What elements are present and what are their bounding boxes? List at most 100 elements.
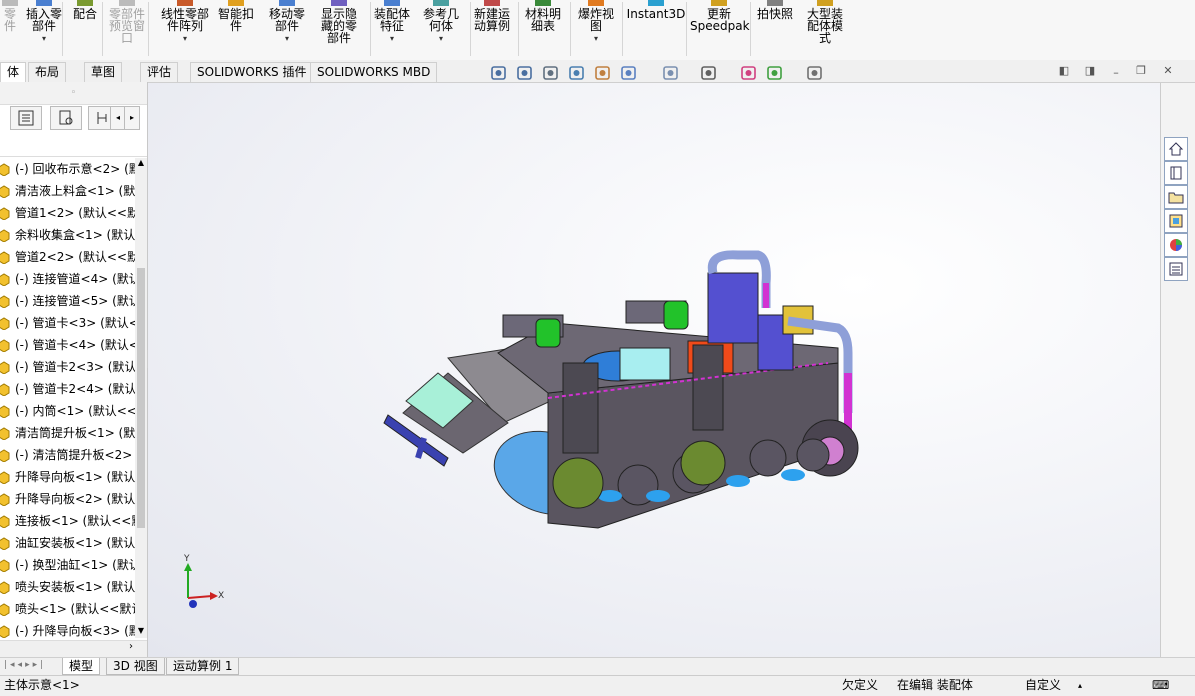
ribbon-button-0[interactable]: 零 件 (0, 0, 20, 60)
ribbon-button-1[interactable]: 插入零 部件 ▾ (22, 0, 66, 60)
feature-tree-tab[interactable] (10, 106, 42, 130)
tree-item[interactable]: (-) 管道卡<3> (默认< (0, 312, 135, 334)
bottom-tab-0[interactable]: 模型 (62, 658, 101, 675)
minimize-icon[interactable]: – (1110, 67, 1122, 79)
display-style-icon[interactable] (662, 65, 680, 81)
ribbon-button-11[interactable]: 材料明 细表 (522, 0, 564, 60)
scroll-thumb[interactable] (137, 268, 145, 528)
dropdown-arrow-icon[interactable]: ▾ (158, 33, 212, 45)
custom-properties-tab[interactable] (1164, 257, 1188, 281)
ribbon-button-3[interactable]: 零部件 预览窗 口 (104, 0, 150, 60)
configuration-manager-tab[interactable] (88, 106, 112, 130)
tab-4[interactable]: SOLIDWORKS 插件 (190, 62, 314, 82)
restore-icon[interactable]: ❐ (1135, 65, 1147, 77)
tile-right-icon[interactable]: ◨ (1084, 65, 1096, 77)
dynamic-annotation-icon[interactable] (594, 65, 612, 81)
ribbon-button-label: 爆炸视 图 (577, 7, 614, 33)
close-icon[interactable]: ✕ (1162, 65, 1174, 77)
tree-item[interactable]: 油缸安装板<1> (默认 (0, 532, 135, 554)
tab-scroll-right[interactable]: ▸ (124, 106, 140, 130)
tab-1[interactable]: 布局 (28, 62, 67, 82)
ribbon-button-4[interactable]: 线性零部 件阵列 ▾ (158, 0, 212, 60)
tree-item[interactable]: 清洁液上料盒<1> (默 (0, 180, 135, 202)
ribbon-button-label: 零 件 (3, 7, 16, 33)
ribbon-button-7[interactable]: 显示隐 藏的零 部件 (316, 0, 362, 60)
ribbon-button-15[interactable]: 拍快照 (756, 0, 794, 60)
view-settings-icon[interactable] (806, 65, 824, 81)
appearances-tab[interactable] (1164, 233, 1188, 257)
tree-item[interactable]: (-) 连接管道<4> (默认 (0, 268, 135, 290)
apply-scene-icon[interactable] (766, 65, 784, 81)
tree-item[interactable]: 清洁筒提升板<1> (默 (0, 422, 135, 444)
tree-item[interactable]: (-) 内筒<1> (默认<< (0, 400, 135, 422)
tree-item[interactable]: (-) 换型油缸<1> (默认 (0, 554, 135, 576)
ribbon-button-13[interactable]: Instant3D (626, 0, 686, 60)
coordinate-triad: Y X (183, 554, 224, 608)
tree-item[interactable]: (-) 升降导向板<3> (默 (0, 620, 135, 638)
zoom-to-fit-icon[interactable] (490, 65, 508, 81)
view-orientation-icon[interactable] (620, 65, 638, 81)
ribbon-button-5[interactable]: 智能扣 件 (216, 0, 256, 60)
units-dropdown-icon[interactable]: ▴ (1078, 676, 1082, 695)
tab-navigation-arrows[interactable]: |◂◂▸▸| (4, 660, 56, 672)
assembly-model-view[interactable]: Y X (148, 83, 1160, 657)
zoom-area-icon[interactable] (516, 65, 534, 81)
tree-horizontal-scrollbar[interactable]: › (0, 640, 147, 657)
tree-item[interactable]: 升降导向板<1> (默认 (0, 466, 135, 488)
tree-item[interactable]: (-) 回收布示意<2> (默 (0, 158, 135, 180)
ribbon-button-6[interactable]: 移动零 部件 ▾ (266, 0, 308, 60)
tab-3[interactable]: 评估 (140, 62, 179, 82)
dropdown-arrow-icon[interactable]: ▾ (266, 33, 308, 45)
tree-item[interactable]: (-) 清洁筒提升板<2> (0, 444, 135, 466)
ribbon-button-10[interactable]: 新建运 动算例 (470, 0, 514, 60)
tree-item[interactable]: 升降导向板<2> (默认 (0, 488, 135, 510)
tab-2[interactable]: 草图 (84, 62, 123, 82)
tile-left-icon[interactable]: ◧ (1058, 65, 1070, 77)
tree-item[interactable]: (-) 管道卡2<4> (默认 (0, 378, 135, 400)
design-library-tab[interactable] (1164, 161, 1188, 185)
ribbon-button-2[interactable]: 配合 (70, 0, 100, 60)
robot-assembly[interactable] (383, 250, 859, 530)
tree-item[interactable]: (-) 管道卡<4> (默认< (0, 334, 135, 356)
dropdown-arrow-icon[interactable]: ▾ (22, 33, 66, 45)
ribbon-button-16[interactable]: 大型装 配体模 式 (800, 0, 850, 60)
file-explorer-tab[interactable] (1164, 185, 1188, 209)
bottom-tab-1[interactable]: 3D 视图 (106, 658, 165, 675)
tree-item[interactable]: 余料收集盒<1> (默认 (0, 224, 135, 246)
tree-item[interactable]: 喷头安装板<1> (默认 (0, 576, 135, 598)
help-icon[interactable]: ⌨ (1152, 676, 1169, 695)
dropdown-arrow-icon[interactable]: ▾ (370, 33, 414, 45)
tree-item[interactable]: (-) 管道卡2<3> (默认 (0, 356, 135, 378)
scroll-down-icon[interactable]: ▼ (135, 626, 147, 638)
tree-item[interactable]: 管道1<2> (默认<<默 (0, 202, 135, 224)
dropdown-arrow-icon[interactable]: ▾ (420, 33, 462, 45)
status-editing: 在编辑 装配体 (897, 678, 973, 692)
tree-filter-area[interactable] (0, 132, 147, 157)
status-units-custom[interactable]: 自定义 (1025, 676, 1061, 695)
scroll-right-icon[interactable]: › (129, 641, 133, 652)
previous-view-icon[interactable] (542, 65, 560, 81)
section-view-icon[interactable] (568, 65, 586, 81)
view-palette-tab[interactable] (1164, 209, 1188, 233)
hide-show-icon[interactable] (700, 65, 718, 81)
graphics-area[interactable]: Y X (148, 83, 1160, 657)
tree-item[interactable]: 管道2<2> (默认<<默 (0, 246, 135, 268)
solidworks-resources-tab[interactable] (1164, 137, 1188, 161)
edit-appearance-icon[interactable] (740, 65, 758, 81)
ribbon-button-9[interactable]: 参考几 何体 ▾ (420, 0, 462, 60)
tree-item[interactable]: (-) 连接管道<5> (默认 (0, 290, 135, 312)
tree-vertical-scrollbar[interactable]: ▲ ▼ (135, 158, 147, 638)
ribbon-button-14[interactable]: 更新 Speedpak (690, 0, 750, 60)
tree-item[interactable]: 连接板<1> (默认<<默 (0, 510, 135, 532)
property-manager-tab[interactable] (50, 106, 82, 130)
tree-item-label: 喷头<1> (默认<<默认 (15, 602, 135, 616)
bottom-tab-2[interactable]: 运动算例 1 (166, 658, 240, 675)
tab-0[interactable]: 体 (0, 62, 27, 82)
dropdown-arrow-icon[interactable]: ▾ (574, 33, 618, 45)
tree-item[interactable]: 喷头<1> (默认<<默认 (0, 598, 135, 620)
scroll-up-icon[interactable]: ▲ (135, 158, 147, 170)
ribbon-button-8[interactable]: 装配体 特征 ▾ (370, 0, 414, 60)
panel-grip[interactable]: ◦ (0, 82, 147, 105)
tab-5[interactable]: SOLIDWORKS MBD (310, 62, 438, 82)
ribbon-button-12[interactable]: 爆炸视 图 ▾ (574, 0, 618, 60)
